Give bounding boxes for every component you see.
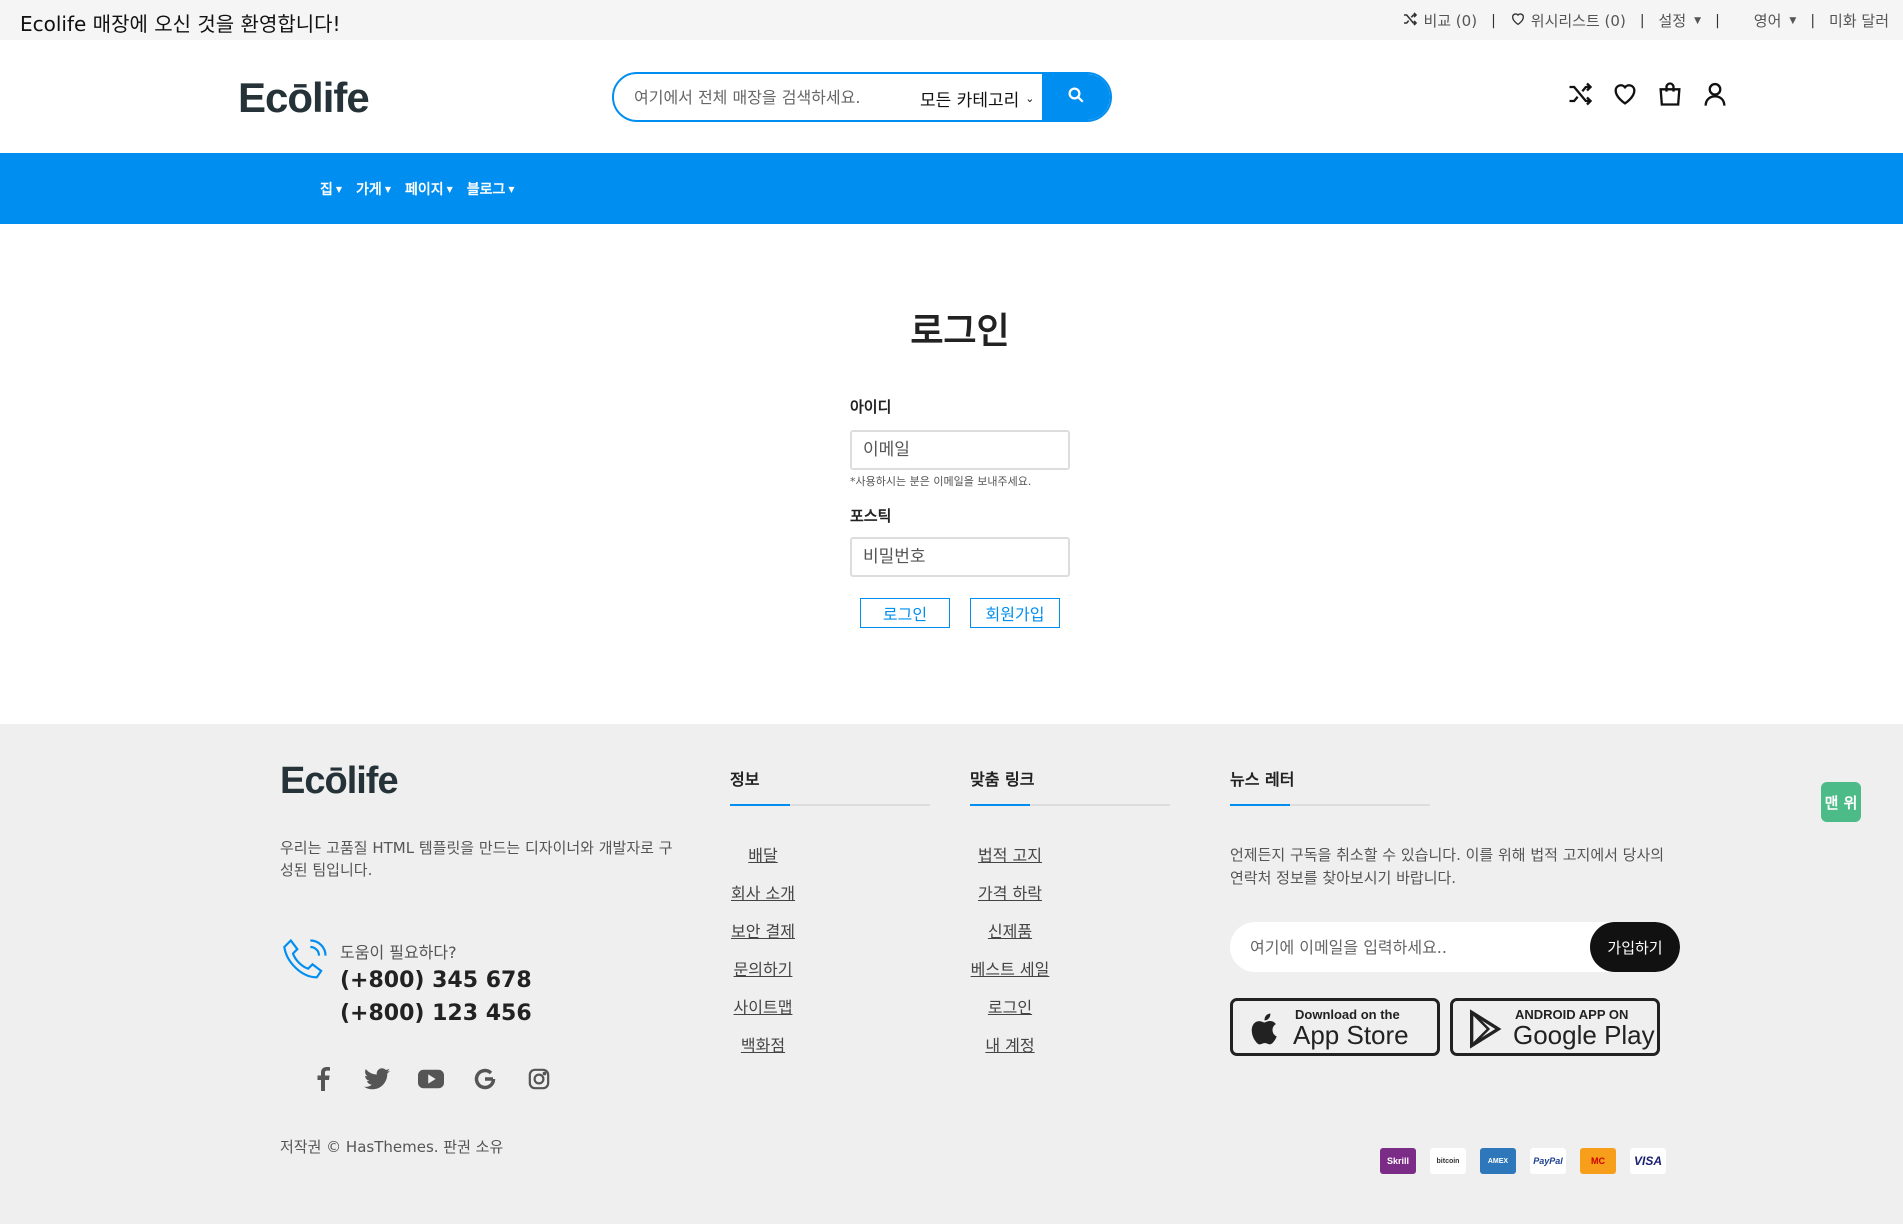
- visa-icon: VISA: [1630, 1148, 1666, 1174]
- bitcoin-icon: bitcoin: [1430, 1148, 1466, 1174]
- signup-button[interactable]: 회원가입: [970, 598, 1060, 628]
- info-title: 정보: [730, 770, 760, 789]
- footer-link[interactable]: 사이트맵: [710, 994, 816, 1032]
- nav-item-pages[interactable]: 페이지 ▼: [405, 179, 453, 199]
- footer-link[interactable]: 가격 하락: [955, 880, 1065, 918]
- caret-down-icon: ▼: [335, 184, 343, 194]
- site-logo[interactable]: Ecōlife: [238, 74, 370, 122]
- user-icon[interactable]: [1701, 80, 1729, 108]
- instagram-icon[interactable]: [526, 1066, 552, 1092]
- login-actions: 로그인 회원가입: [860, 598, 1060, 628]
- info-links: 배달 회사 소개 보안 결제 문의하기 사이트맵 백화점: [710, 842, 816, 1070]
- phone-number: (+800) 345 678: [340, 968, 532, 993]
- newsletter-title: 뉴스 레터: [1230, 770, 1295, 789]
- subscribe-button[interactable]: 가입하기: [1590, 922, 1680, 972]
- caret-down-icon: ▼: [1789, 15, 1797, 26]
- compare-link[interactable]: 비교 (0): [1402, 10, 1477, 31]
- caret-down-icon: ▼: [446, 184, 453, 194]
- password-field[interactable]: [850, 537, 1070, 577]
- copyright: 저작권 © HasThemes. 판권 소유: [280, 1138, 504, 1156]
- search-input[interactable]: [634, 74, 894, 120]
- search-button[interactable]: [1042, 74, 1110, 120]
- footer-link[interactable]: 보안 결제: [710, 918, 816, 956]
- currency-dropdown[interactable]: 미화 달러: [1829, 10, 1889, 31]
- mastercard-icon: MC: [1580, 1148, 1616, 1174]
- footer-link[interactable]: 백화점: [710, 1032, 816, 1070]
- caret-down-icon: ▼: [384, 184, 391, 194]
- heart-icon: [1510, 11, 1526, 31]
- top-links: 비교 (0) | 위시리스트 (0) | 설정 ▼ | 영어 ▼ | 미화 달러: [1402, 10, 1889, 31]
- footer-logo[interactable]: Ecōlife: [280, 760, 399, 803]
- paypal-icon: PayPal: [1530, 1148, 1566, 1174]
- phone-number: (+800) 123 456: [340, 1001, 532, 1026]
- shuffle-icon[interactable]: [1566, 80, 1594, 108]
- search-icon: [1067, 86, 1085, 108]
- help-text: 도움이 필요하다?: [340, 943, 457, 962]
- footer-link[interactable]: 문의하기: [710, 956, 816, 994]
- category-select[interactable]: 모든 카테고리 ⌄: [920, 86, 1034, 111]
- footer-link[interactable]: 법적 고지: [955, 842, 1065, 880]
- nav-item-blog[interactable]: 블로그 ▼: [467, 179, 515, 199]
- skrill-icon: Skrill: [1380, 1148, 1416, 1174]
- custom-links-divider: [970, 804, 1170, 806]
- footer-link[interactable]: 내 계정: [955, 1032, 1065, 1070]
- google-play-badge[interactable]: ANDROID APP ON Google Play: [1450, 998, 1660, 1056]
- newsletter-divider: [1230, 804, 1430, 806]
- back-to-top-button[interactable]: 맨 위: [1821, 782, 1861, 822]
- footer-about: 우리는 고품질 HTML 템플릿을 만드는 디자이너와 개발자로 구성된 팀입니…: [280, 839, 673, 879]
- custom-links: 법적 고지 가격 하락 신제품 베스트 세일 로그인 내 계정: [955, 842, 1065, 1070]
- email-field[interactable]: [850, 430, 1070, 470]
- newsletter-text: 언제든지 구독을 취소할 수 있습니다. 이를 위해 법적 고지에서 당사의 연…: [1230, 846, 1665, 887]
- youtube-icon[interactable]: [418, 1066, 444, 1092]
- info-divider: [730, 804, 930, 806]
- footer-link[interactable]: 배달: [710, 842, 816, 880]
- heart-icon[interactable]: [1611, 80, 1639, 108]
- payment-icons: Skrill bitcoin AMEX PayPal MC VISA: [1380, 1148, 1666, 1174]
- social-links: [310, 1066, 552, 1092]
- footer-link[interactable]: 베스트 세일: [955, 956, 1065, 994]
- site-header: Ecōlife 모든 카테고리⌄: [0, 40, 1903, 153]
- footer-link[interactable]: 로그인: [955, 994, 1065, 1032]
- apple-icon: [1251, 1013, 1277, 1045]
- page-title: 로그인: [910, 311, 1010, 352]
- main-nav: 집 ▼ 가게 ▼ 페이지 ▼ 블로그 ▼: [0, 153, 1903, 224]
- site-footer: Ecōlife 우리는 고품질 HTML 템플릿을 만드는 디자이너와 개발자로…: [0, 724, 1903, 1224]
- footer-link[interactable]: 신제품: [955, 918, 1065, 956]
- login-button[interactable]: 로그인: [860, 598, 950, 628]
- custom-links-title: 맞춤 링크: [970, 770, 1035, 789]
- header-icons: [1566, 80, 1729, 108]
- play-icon: [1470, 1009, 1502, 1049]
- facebook-icon[interactable]: [310, 1066, 336, 1092]
- search-bar: 모든 카테고리⌄: [612, 72, 1112, 122]
- nav-item-shop[interactable]: 가게 ▼: [356, 179, 391, 199]
- phone-icon: [280, 934, 332, 990]
- google-icon[interactable]: [472, 1066, 498, 1092]
- password-label: 포스틱: [850, 507, 892, 525]
- settings-dropdown[interactable]: 설정 ▼: [1659, 10, 1702, 31]
- wishlist-link[interactable]: 위시리스트 (0): [1510, 10, 1626, 31]
- login-form: 아이디 *사용하시는 분은 이메일을 보내주세요. 포스틱: [850, 396, 1090, 577]
- footer-link[interactable]: 회사 소개: [710, 880, 816, 918]
- newsletter-email-input[interactable]: [1250, 922, 1550, 972]
- language-dropdown[interactable]: 영어 ▼: [1754, 10, 1797, 31]
- top-bar: Ecolife 매장에 오신 것을 환영합니다! 비교 (0) | 위시리스트 …: [0, 0, 1903, 40]
- caret-down-icon: ▼: [508, 184, 515, 194]
- chevron-down-icon: ⌄: [1025, 92, 1035, 105]
- email-hint: *사용하시는 분은 이메일을 보내주세요.: [850, 475, 1032, 488]
- app-store-badge[interactable]: Download on the App Store: [1230, 998, 1440, 1056]
- twitter-icon[interactable]: [364, 1066, 390, 1092]
- nav-item-home[interactable]: 집 ▼: [320, 179, 342, 199]
- caret-down-icon: ▼: [1694, 15, 1702, 26]
- welcome-text: Ecolife 매장에 오신 것을 환영합니다!: [20, 12, 341, 36]
- id-label: 아이디: [850, 398, 892, 416]
- shuffle-icon: [1402, 11, 1418, 31]
- amex-icon: AMEX: [1480, 1148, 1516, 1174]
- cart-icon[interactable]: [1656, 80, 1684, 108]
- newsletter-form: 가입하기: [1230, 922, 1680, 972]
